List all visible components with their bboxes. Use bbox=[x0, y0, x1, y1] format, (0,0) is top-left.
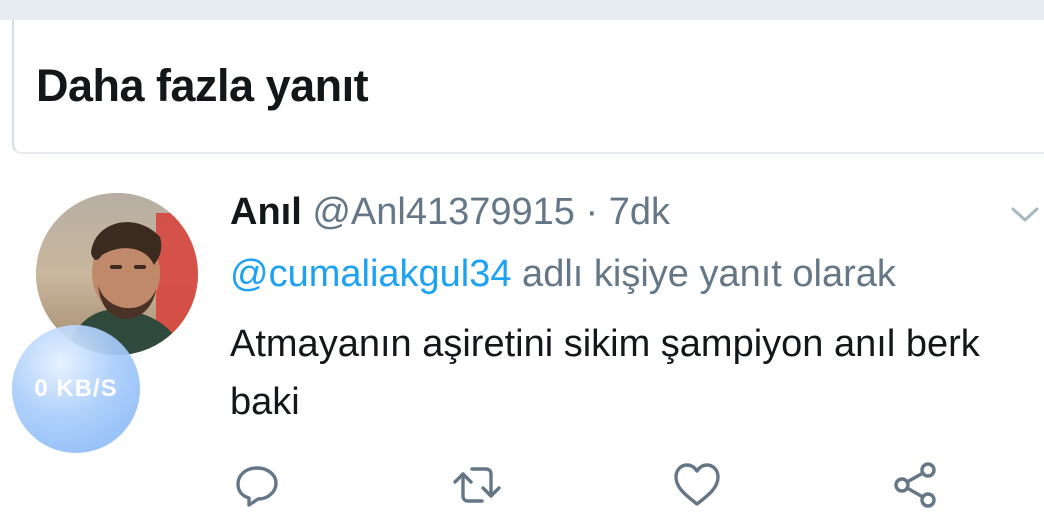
heart-icon bbox=[674, 463, 720, 506]
retweet-button[interactable] bbox=[452, 460, 502, 510]
share-icon bbox=[894, 462, 936, 508]
reply-context-suffix: adlı kişiye yanıt olarak bbox=[511, 253, 896, 295]
timeline-top-separator bbox=[0, 0, 1044, 20]
chevron-down-icon[interactable] bbox=[1010, 205, 1040, 225]
display-name[interactable]: Anıl bbox=[230, 191, 302, 233]
tweet-header: Anıl @Anl41379915 · 7dk bbox=[230, 191, 670, 234]
share-button[interactable] bbox=[890, 460, 940, 510]
user-handle[interactable]: @Anl41379915 bbox=[312, 191, 575, 233]
reply-icon bbox=[236, 466, 278, 507]
meta-separator: · bbox=[574, 191, 609, 233]
network-speed-label: 0 KB/S bbox=[34, 375, 118, 402]
reply-mention-link[interactable]: @cumaliakgul34 bbox=[230, 253, 512, 295]
tweet-text: Atmayanın aşiretini sikim şampiyon anıl … bbox=[230, 323, 980, 423]
network-speed-overlay[interactable]: 0 KB/S bbox=[12, 325, 140, 453]
tweet-time[interactable]: 7dk bbox=[609, 191, 670, 233]
retweet-icon bbox=[453, 467, 501, 503]
tweet[interactable]: 0 KB/S Anıl @Anl41379915 · 7dk @cumaliak… bbox=[0, 155, 1044, 525]
reply-button[interactable] bbox=[232, 460, 282, 510]
reply-context: @cumaliakgul34 adlı kişiye yanıt olarak bbox=[230, 253, 896, 296]
like-button[interactable] bbox=[672, 460, 722, 510]
tweet-actions bbox=[0, 455, 1044, 515]
section-title: Daha fazla yanıt bbox=[36, 60, 369, 111]
